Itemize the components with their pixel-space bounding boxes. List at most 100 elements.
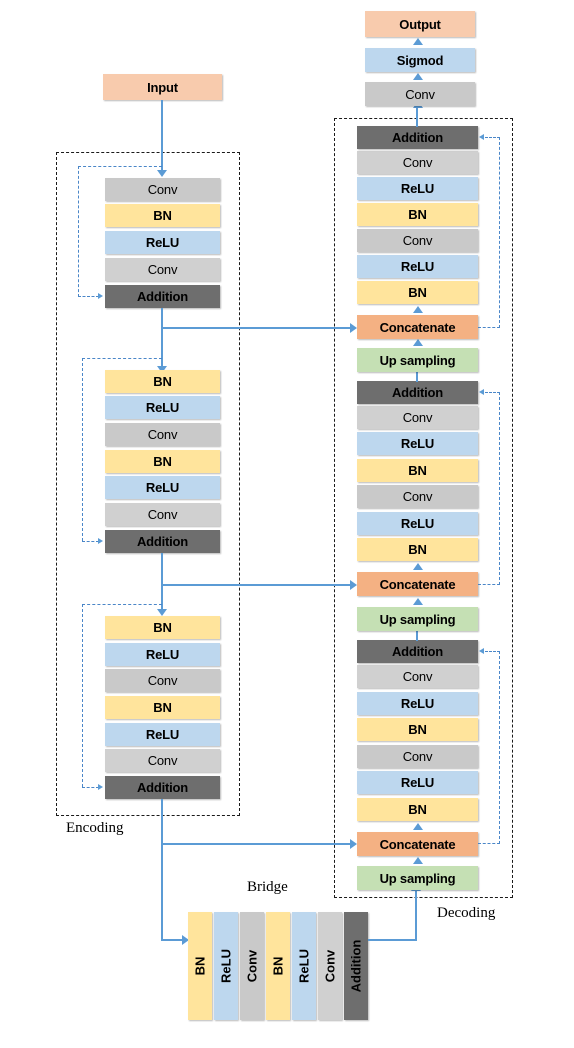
connector-input-to-enc1 <box>161 100 164 174</box>
layer-label: Up sampling <box>379 870 456 886</box>
connector-bridge-up <box>415 890 418 941</box>
layer-label: ReLU <box>400 436 435 451</box>
connector-dec3-to-conv <box>416 106 419 127</box>
dec2-layer-relu-2: ReLU <box>357 432 478 455</box>
dec3-skip-top <box>485 137 500 138</box>
layer-label: BN <box>153 374 172 389</box>
dec1-skip-bottom <box>478 843 500 844</box>
dec1-layer-relu-1: ReLU <box>357 771 478 794</box>
enc1-skip-arrowhead <box>98 293 103 299</box>
encoding-caption: Encoding <box>66 820 124 836</box>
dec2-layer-conv-2: Conv <box>357 406 478 429</box>
layer-label: Concatenate <box>379 576 456 592</box>
layer-label: Conv <box>147 753 178 768</box>
bridge-caption: Bridge <box>247 879 288 895</box>
enc2-layer-conv-2: Conv <box>105 503 220 526</box>
dec2-layer-bn-2: BN <box>357 459 478 482</box>
enc1-skip-left <box>78 166 79 297</box>
arrowhead-dec1-upsample-to-concat <box>413 857 423 864</box>
layer-label: BN <box>408 207 427 222</box>
arrowhead-skip-enc2 <box>350 580 357 590</box>
head-conv-block: Conv <box>365 82 475 106</box>
bridge-layer-conv-1: Conv <box>240 912 264 1020</box>
enc1-layer-relu-1: ReLU <box>105 231 220 254</box>
dec2-layer-bn-1: BN <box>357 538 478 561</box>
dec3-layer-bn-2: BN <box>357 203 478 226</box>
connector-enc1-down <box>161 308 164 370</box>
enc1-skip-bottom <box>78 296 99 297</box>
dec1-layer-relu-2: ReLU <box>357 692 478 715</box>
layer-label: ReLU <box>145 400 180 415</box>
dec1-layer-conv-2: Conv <box>357 665 478 688</box>
dec3-layer-bn-1: BN <box>357 281 478 304</box>
enc2-layer-bn-1: BN <box>105 370 220 393</box>
output-block: Output <box>365 11 475 37</box>
layer-label: Concatenate <box>379 319 456 335</box>
layer-label: ReLU <box>145 235 180 250</box>
skip-enc1-to-dec3 <box>161 327 355 330</box>
dec3-skip-arrowhead <box>479 134 484 140</box>
arrowhead-dec3-concat-to-bn <box>413 306 423 313</box>
layer-label: ReLU <box>218 949 234 983</box>
layer-label: Conv <box>322 949 338 983</box>
layer-label: ReLU <box>400 775 435 790</box>
dec2-layer-conv-1: Conv <box>357 485 478 508</box>
enc3-skip-arrowhead <box>98 784 103 790</box>
enc1-layer-addition: Addition <box>105 285 220 308</box>
layer-label: Addition <box>136 534 189 549</box>
enc3-skip-left <box>82 604 83 787</box>
layer-label: Conv <box>402 410 433 425</box>
layer-label: Conv <box>402 749 433 764</box>
layer-label: ReLU <box>400 181 435 196</box>
arrowhead-sigmoid-to-output <box>413 38 423 45</box>
dec3-layer-addition: Addition <box>357 126 478 149</box>
dec1-layer-addition: Addition <box>357 640 478 663</box>
enc3-layer-conv-2: Conv <box>105 749 220 772</box>
layer-label: Up sampling <box>379 611 456 627</box>
layer-label: Addition <box>136 780 189 795</box>
skip-enc3-to-dec1 <box>161 843 355 846</box>
layer-label: Conv <box>147 427 178 442</box>
enc3-skip-bottom <box>82 787 99 788</box>
arrowhead-skip-enc3 <box>350 839 357 849</box>
layer-label: Concatenate <box>379 836 456 852</box>
enc2-layer-relu-1: ReLU <box>105 396 220 419</box>
bridge-layer-relu-2: ReLU <box>292 912 316 1020</box>
layer-label: Conv <box>402 155 433 170</box>
arrowhead-conv-to-sigmoid <box>413 73 423 80</box>
arrowhead-dec2-concat-to-bn <box>413 563 423 570</box>
layer-label: BN <box>408 542 427 557</box>
dec2-skip-right <box>499 392 500 585</box>
layer-label: BN <box>153 454 172 469</box>
enc2-layer-conv-1: Conv <box>105 423 220 446</box>
layer-label: Conv <box>402 669 433 684</box>
dec3-layer-concatenate: Concatenate <box>357 315 478 339</box>
layer-label: BN <box>153 620 172 635</box>
enc2-skip-top <box>82 358 162 359</box>
layer-label: BN <box>153 208 172 223</box>
dec3-layer-relu-2: ReLU <box>357 177 478 200</box>
input-block: Input <box>103 74 222 100</box>
enc2-layer-addition: Addition <box>105 530 220 553</box>
arrowhead-dec2-upsample-to-concat <box>413 598 423 605</box>
architecture-diagram: Input Conv BN ReLU Conv Addition BN ReLU… <box>0 0 574 1048</box>
dec1-layer-bn-1: BN <box>357 798 478 821</box>
enc1-layer-conv-2: Conv <box>105 258 220 281</box>
enc1-layer-bn-1: BN <box>105 204 220 227</box>
bridge-layer-conv-2: Conv <box>318 912 342 1020</box>
enc2-skip-arrowhead <box>98 538 103 544</box>
layer-label: Sigmod <box>396 52 444 68</box>
arrowhead-enc2-down <box>157 609 167 616</box>
dec1-skip-arrowhead <box>479 648 484 654</box>
layer-label: Conv <box>147 507 178 522</box>
dec2-skip-top <box>485 392 500 393</box>
dec2-skip-arrowhead <box>479 389 484 395</box>
arrowhead-dec1-concat-to-bn <box>413 823 423 830</box>
layer-label: ReLU <box>400 516 435 531</box>
skip-enc2-to-dec2 <box>161 584 355 587</box>
enc3-layer-bn-2: BN <box>105 696 220 719</box>
dec1-layer-conv-1: Conv <box>357 745 478 768</box>
enc2-skip-left <box>82 358 83 541</box>
layer-label: Up sampling <box>379 352 456 368</box>
layer-label: Conv <box>244 949 260 983</box>
